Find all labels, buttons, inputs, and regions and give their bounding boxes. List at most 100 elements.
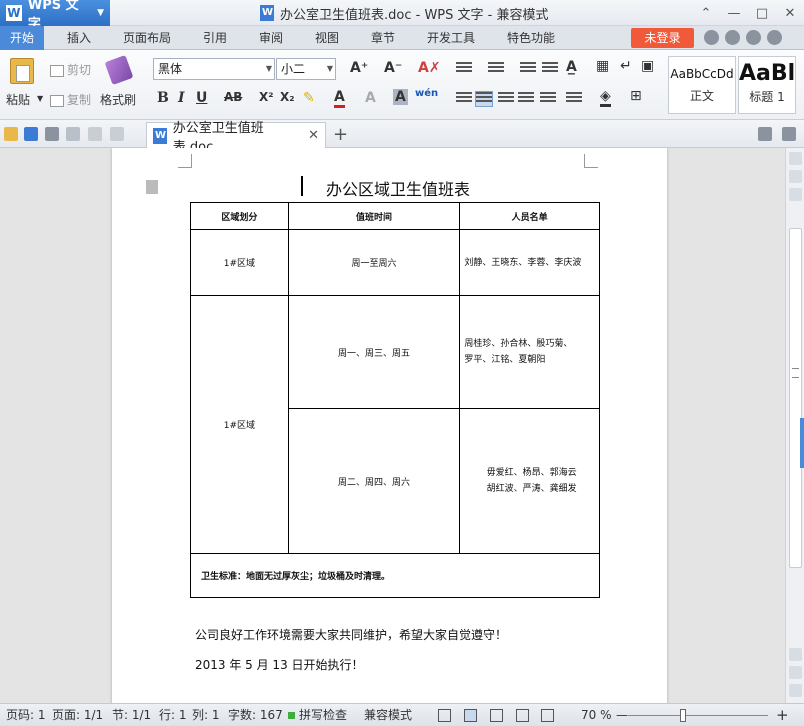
italic-icon[interactable]: I: [178, 90, 185, 106]
side-panel-handle[interactable]: [800, 418, 804, 468]
table-cell[interactable]: 刘静、王晓东、李蓉、李庆波: [459, 229, 600, 296]
prev-page-icon[interactable]: [789, 666, 802, 679]
view-outline-icon[interactable]: [490, 709, 503, 722]
show-marks-icon[interactable]: ↵: [620, 58, 632, 74]
status-page-no[interactable]: 页码: 1: [6, 704, 46, 726]
paste-button[interactable]: 粘贴: [6, 91, 30, 108]
view-web-icon[interactable]: [516, 709, 529, 722]
tab-review[interactable]: 审阅: [259, 26, 283, 50]
app-menu-button[interactable]: W WPS 文字 ▼: [0, 0, 110, 32]
justify-icon[interactable]: [518, 92, 534, 106]
table-icon[interactable]: ▦: [596, 58, 609, 74]
grow-font-icon[interactable]: A⁺: [350, 60, 368, 76]
tab-view[interactable]: 视图: [315, 26, 339, 50]
align-left-icon[interactable]: [456, 92, 472, 106]
new-tab-icon[interactable]: +: [333, 124, 348, 145]
status-pages[interactable]: 页面: 1/1: [52, 704, 103, 726]
view-layout-icon[interactable]: [438, 709, 451, 722]
tab-home[interactable]: 开始: [0, 26, 45, 50]
phonetic-icon[interactable]: wén: [415, 88, 438, 99]
paste-icon[interactable]: [10, 58, 34, 84]
subscript-icon[interactable]: X₂: [280, 90, 295, 104]
document-tab[interactable]: 办公室卫生值班表.doc ✕: [146, 121, 326, 155]
distribute-icon[interactable]: [540, 92, 556, 106]
decrease-indent-icon[interactable]: [520, 62, 536, 76]
tab-list-icon[interactable]: [758, 127, 772, 141]
align-center-icon[interactable]: [475, 91, 493, 107]
view-reading-icon[interactable]: [541, 709, 554, 722]
document-title[interactable]: 办公区域卫生值班表: [326, 176, 470, 200]
tab-references[interactable]: 引用: [203, 26, 227, 50]
zoom-level[interactable]: 70 %: [581, 704, 612, 726]
status-word-count[interactable]: 字数: 167: [228, 704, 283, 726]
page-format-icon[interactable]: [146, 180, 158, 194]
highlight-icon[interactable]: ✎: [303, 90, 315, 106]
char-shading-icon[interactable]: A: [393, 89, 408, 105]
scroll-tool-icon[interactable]: [789, 170, 802, 183]
underline-icon[interactable]: U: [196, 90, 207, 106]
clear-format-icon[interactable]: A✗: [418, 60, 441, 76]
next-page-icon[interactable]: [789, 684, 802, 697]
tab-special[interactable]: 特色功能: [507, 26, 555, 50]
text-effect-icon[interactable]: A: [365, 90, 376, 106]
refresh-icon[interactable]: [725, 30, 740, 45]
shading-icon[interactable]: ◈: [600, 88, 611, 107]
duty-table[interactable]: 区域划分 值班时间 人员名单 1#区域 周一至周六 刘静、王晓东、李蓉、李庆波 …: [190, 202, 600, 598]
help-icon[interactable]: [704, 30, 719, 45]
line-spacing-icon[interactable]: [566, 92, 582, 106]
document-area[interactable]: 办公区域卫生值班表 区域划分 值班时间 人员名单 1#区域 周一至周六 刘静、王…: [0, 148, 785, 703]
strikethrough-icon[interactable]: AB: [224, 90, 242, 104]
skin-icon[interactable]: [746, 30, 761, 45]
redo-icon[interactable]: [110, 127, 124, 141]
status-row[interactable]: 行: 1: [159, 704, 187, 726]
print-icon[interactable]: [45, 127, 59, 141]
maximize-icon[interactable]: □: [748, 0, 776, 26]
table-header-cell[interactable]: 值班时间: [287, 202, 461, 230]
tab-insert[interactable]: 插入: [67, 26, 91, 50]
paragraph[interactable]: 公司良好工作环境需要大家共同维护，希望大家自觉遵守！: [195, 626, 507, 643]
vertical-scrollbar[interactable]: [785, 148, 804, 703]
bullet-list-icon[interactable]: [456, 62, 472, 76]
font-size-select[interactable]: 小二 ▼: [276, 58, 336, 80]
style-heading-1[interactable]: AaBl 标题 1: [738, 56, 796, 114]
table-cell[interactable]: 周一、周三、周五: [287, 295, 461, 409]
chevron-down-icon[interactable]: ▼: [37, 94, 43, 103]
zoom-out-icon[interactable]: —: [616, 704, 628, 726]
align-right-icon[interactable]: [498, 92, 514, 106]
increase-indent-icon[interactable]: [542, 62, 558, 76]
scroll-down-icon[interactable]: [789, 648, 802, 661]
scroll-tool-icon[interactable]: [789, 152, 802, 165]
frame-icon[interactable]: ▣: [641, 58, 654, 74]
font-name-select[interactable]: 黑体 ▼: [153, 58, 275, 80]
scroll-thumb[interactable]: [789, 228, 802, 568]
cut-button[interactable]: 剪切: [50, 61, 91, 78]
undo-icon[interactable]: [88, 127, 102, 141]
zoom-in-icon[interactable]: +: [776, 704, 789, 726]
table-header-cell[interactable]: 区域划分: [190, 202, 289, 230]
zoom-slider[interactable]: [628, 715, 768, 716]
bold-icon[interactable]: B: [157, 90, 169, 106]
superscript-icon[interactable]: X²: [259, 90, 274, 104]
tab-close-all-icon[interactable]: [782, 127, 796, 141]
login-button[interactable]: 未登录: [631, 28, 694, 48]
status-section[interactable]: 节: 1/1: [112, 704, 151, 726]
minimize-icon[interactable]: —: [720, 0, 748, 26]
spell-check-button[interactable]: 拼写检查: [288, 704, 347, 726]
zoom-slider-thumb[interactable]: [680, 709, 686, 722]
scroll-up-icon[interactable]: [789, 188, 802, 201]
table-cell[interactable]: 周一至周六: [287, 229, 461, 296]
format-painter-icon[interactable]: [104, 54, 134, 86]
shrink-font-icon[interactable]: A⁻: [384, 60, 402, 76]
text-direction-icon[interactable]: A̲: [566, 59, 577, 75]
save-icon[interactable]: [24, 127, 38, 141]
tab-chapter[interactable]: 章节: [371, 26, 395, 50]
font-color-icon[interactable]: A: [334, 89, 345, 108]
collapse-icon[interactable]: ⌃: [692, 0, 720, 26]
borders-icon[interactable]: ⊞: [630, 88, 642, 104]
settings-icon[interactable]: [767, 30, 782, 45]
hygiene-standard-cell[interactable]: 卫生标准：地面无过厚灰尘；垃圾桶及时清理。: [190, 553, 600, 598]
document-page[interactable]: 办公区域卫生值班表 区域划分 值班时间 人员名单 1#区域 周一至周六 刘静、王…: [112, 148, 667, 703]
print-preview-icon[interactable]: [66, 127, 80, 141]
tab-developer[interactable]: 开发工具: [427, 26, 475, 50]
style-normal[interactable]: AaBbCcDd 正文: [668, 56, 736, 114]
